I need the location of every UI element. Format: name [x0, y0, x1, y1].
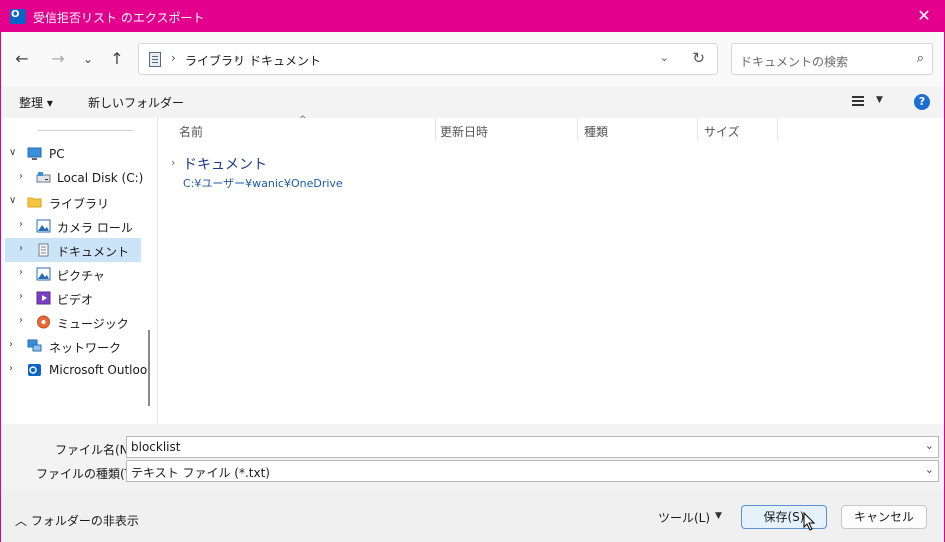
cancel-button[interactable]: キャンセル — [841, 505, 927, 529]
tree-item-pc[interactable]: ∨ PC — [5, 142, 141, 166]
chevron-right-icon: › — [171, 51, 176, 65]
chevron-up-icon: ︿ — [15, 514, 28, 528]
column-header-name[interactable]: 名前 — [179, 123, 203, 140]
address-bar[interactable]: › ライブラリ › ドキュメント ⌄ ↻ — [138, 43, 718, 75]
refresh-icon[interactable]: ↻ — [692, 49, 705, 67]
tree-item-camera-roll[interactable]: › カメラ ロール — [5, 214, 141, 238]
chevron-down-icon[interactable]: ⌄ — [925, 463, 934, 476]
chevron-down-icon[interactable]: ▼ — [876, 95, 883, 105]
tree-item-local-disk[interactable]: › Local Disk (C:) — [5, 166, 144, 190]
tree-label: PC — [49, 147, 65, 161]
chevron-right-icon[interactable]: › — [9, 339, 13, 350]
tree-item-videos[interactable]: › ビデオ — [5, 286, 141, 310]
chevron-down-icon[interactable]: ∨ — [9, 147, 16, 158]
command-bar: 整理 ▾ 新しいフォルダー ▼ ? — [1, 87, 944, 118]
folder-icon — [27, 197, 42, 208]
tree-item-documents[interactable]: › ドキュメント — [5, 238, 141, 262]
filetype-value: テキスト ファイル (*.txt) — [131, 466, 270, 480]
chevron-down-icon[interactable]: ⌄ — [925, 439, 934, 452]
group-path: C:¥ユーザー¥wanic¥OneDrive — [183, 177, 343, 190]
tree-item-network[interactable]: › ネットワーク — [5, 334, 141, 358]
group-header[interactable]: ドキュメント — [183, 154, 267, 174]
search-input[interactable]: ドキュメントの検索 ⌕ — [731, 43, 933, 75]
sort-up-icon: ^ — [299, 115, 307, 125]
organize-button[interactable]: 整理 ▾ — [19, 94, 53, 111]
view-list-icon[interactable] — [852, 96, 864, 107]
tree-label: Local Disk (C:) — [57, 171, 144, 185]
filetype-select[interactable]: テキスト ファイル (*.txt) ⌄ — [126, 460, 939, 482]
tree-label: ドキュメント — [57, 245, 130, 259]
close-button[interactable]: ✕ — [912, 4, 936, 28]
image-icon — [36, 219, 51, 233]
pc-icon — [27, 147, 42, 160]
chevron-right-icon[interactable]: › — [19, 243, 23, 254]
forward-button[interactable]: → — [47, 48, 69, 70]
chevron-right-icon[interactable]: › — [19, 291, 23, 302]
tree-label: ネットワーク — [49, 341, 122, 355]
column-header-type[interactable]: 種類 — [584, 123, 608, 140]
tree-item-libraries[interactable]: ∨ ライブラリ — [5, 190, 141, 214]
title-bar: 受信拒否リスト のエクスポート ✕ — [1, 1, 944, 32]
hide-folders-label: フォルダーの非表示 — [30, 514, 139, 528]
tree-label: ピクチャ — [57, 269, 105, 283]
chevron-right-icon: › — [235, 51, 240, 65]
outlook-icon — [28, 364, 41, 376]
chevron-right-icon[interactable]: › — [19, 171, 23, 182]
column-divider[interactable] — [777, 118, 778, 140]
search-icon[interactable]: ⌕ — [917, 51, 924, 66]
column-header-modified[interactable]: 更新日時 — [440, 123, 488, 140]
column-divider[interactable] — [435, 118, 436, 140]
file-fields: ファイル名(N): blocklist ⌄ ファイルの種類(T): テキスト フ… — [1, 424, 944, 490]
chevron-down-icon[interactable]: ▼ — [715, 511, 722, 521]
tree-label: ライブラリ — [49, 197, 110, 211]
search-placeholder: ドキュメントの検索 — [740, 55, 849, 69]
column-divider[interactable] — [697, 118, 698, 140]
chevron-right-icon[interactable]: › — [19, 315, 23, 326]
image-icon — [36, 267, 51, 281]
column-header-size[interactable]: サイズ — [704, 123, 740, 140]
help-button[interactable]: ? — [914, 94, 930, 110]
document-icon — [38, 243, 49, 257]
navigation-pane: ∨ PC › Local Disk (C:) ∨ ライブラリ › カメラ ロール… — [1, 118, 158, 424]
chevron-right-icon[interactable]: › — [9, 363, 13, 374]
document-icon — [149, 52, 161, 67]
file-list: ^ 名前 更新日時 種類 サイズ › ドキュメント C:¥ユーザー¥wanic¥… — [159, 115, 944, 424]
window-title: 受信拒否リスト のエクスポート — [33, 11, 205, 25]
tools-button[interactable]: ツール(L) — [658, 509, 710, 526]
mouse-cursor-icon — [803, 512, 816, 531]
tree-item-outlook[interactable]: › Microsoft Outloo — [5, 358, 147, 382]
filename-value: blocklist — [131, 440, 181, 454]
chevron-right-icon[interactable]: › — [171, 156, 175, 169]
music-icon — [37, 315, 50, 329]
outlook-icon — [10, 9, 26, 24]
tree-label: Microsoft Outloo — [49, 363, 148, 377]
tree-item-music[interactable]: › ミュージック — [5, 310, 141, 334]
tree-item-pictures[interactable]: › ピクチャ — [5, 262, 141, 286]
breadcrumb-documents[interactable]: ドキュメント — [249, 52, 321, 69]
dialog-footer: ︿ フォルダーの非表示 ツール(L) ▼ 保存(S) キャンセル — [1, 490, 944, 542]
chevron-down-icon[interactable]: ∨ — [9, 195, 16, 206]
recent-locations-button[interactable]: ⌄ — [77, 48, 99, 70]
filename-field[interactable]: blocklist ⌄ — [126, 436, 939, 458]
hide-folders-button[interactable]: ︿ フォルダーの非表示 — [15, 512, 139, 529]
save-dialog: 受信拒否リスト のエクスポート ✕ ← → ⌄ ↑ › ライブラリ › ドキュメ… — [0, 0, 945, 542]
up-button[interactable]: ↑ — [106, 48, 128, 70]
tree-label: ビデオ — [57, 293, 94, 307]
column-divider[interactable] — [577, 118, 578, 140]
video-icon — [36, 291, 51, 305]
back-button[interactable]: ← — [11, 48, 33, 70]
scrollbar-thumb[interactable] — [148, 330, 150, 406]
navigation-bar: ← → ⌄ ↑ › ライブラリ › ドキュメント ⌄ ↻ ドキュメントの検索 ⌕ — [1, 32, 944, 87]
new-folder-button[interactable]: 新しいフォルダー — [88, 94, 184, 111]
tree-label: ミュージック — [57, 317, 129, 331]
chevron-right-icon[interactable]: › — [19, 219, 23, 230]
drive-icon — [36, 172, 51, 183]
chevron-right-icon[interactable]: › — [19, 267, 23, 278]
chevron-down-icon[interactable]: ⌄ — [660, 51, 669, 64]
divider — [38, 130, 133, 131]
network-icon — [27, 339, 42, 352]
tree-label: カメラ ロール — [57, 221, 133, 235]
